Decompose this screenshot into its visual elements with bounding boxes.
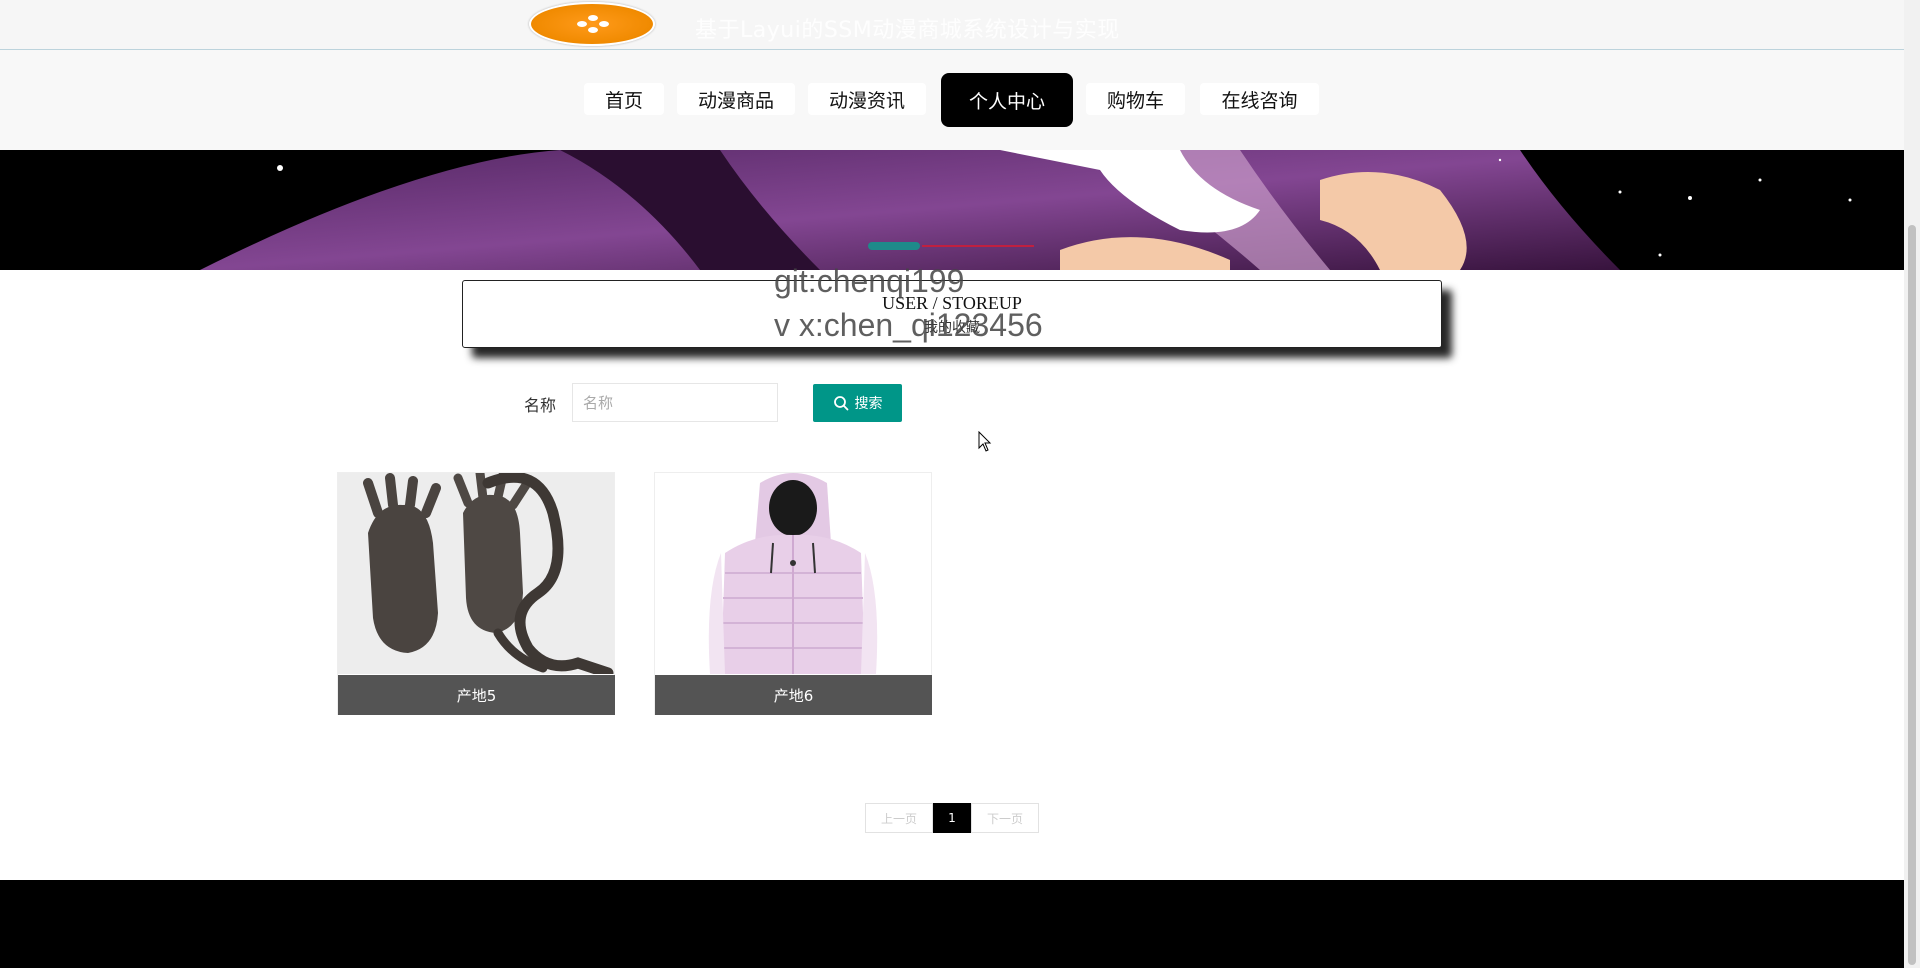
logo-mark-icon [577,15,609,33]
pagination-next-button[interactable]: 下一页 [971,803,1039,833]
section-title-box: USER / STOREUP 我的收藏 [462,280,1442,348]
product-card-label[interactable]: 产地6 [655,675,932,715]
nav-item-news[interactable]: 动漫资讯 [808,83,926,115]
product-card-label[interactable]: 产地5 [338,675,615,715]
hero-banner[interactable] [0,150,1904,270]
banner-image [0,150,1904,270]
mouse-cursor-icon [978,431,992,452]
product-image-fur-gloves[interactable] [338,473,614,674]
scrollbar-thumb[interactable] [1908,225,1916,965]
carousel-dot-active[interactable] [868,242,920,250]
product-image-pink-vest[interactable] [655,473,931,674]
search-button-label: 搜索 [854,395,883,411]
section-title-cn: 我的收藏 [924,320,980,336]
section-title-en: USER / STOREUP [882,293,1022,313]
nav-item-chat[interactable]: 在线咨询 [1200,83,1319,115]
search-button[interactable]: 搜索 [813,384,902,422]
product-card[interactable]: 产地6 [654,472,932,715]
pagination-page-current[interactable]: 1 [933,803,971,833]
carousel-indicator[interactable] [868,241,1036,251]
carousel-dot-track[interactable] [922,245,1034,247]
site-logo[interactable] [529,2,655,46]
top-header: 基于Layui的SSM动漫商城系统设计与实现 [0,0,1904,50]
nav-item-user-center[interactable]: 个人中心 [941,73,1073,127]
search-icon [833,396,848,411]
search-input[interactable] [572,383,778,422]
pagination: 上一页 1 下一页 [865,803,1039,833]
pagination-prev-button[interactable]: 上一页 [865,803,933,833]
search-label: 名称 [524,396,557,415]
product-card[interactable]: 产地5 [337,472,615,715]
nav-item-home[interactable]: 首页 [584,83,664,115]
vertical-scrollbar[interactable] [1904,0,1920,968]
page-footer [0,880,1904,968]
site-title: 基于Layui的SSM动漫商城系统设计与实现 [695,18,1120,43]
nav-item-cart[interactable]: 购物车 [1086,83,1185,115]
main-nav: 首页 动漫商品 动漫资讯 个人中心 购物车 在线咨询 [0,50,1904,150]
nav-item-products[interactable]: 动漫商品 [677,83,795,115]
